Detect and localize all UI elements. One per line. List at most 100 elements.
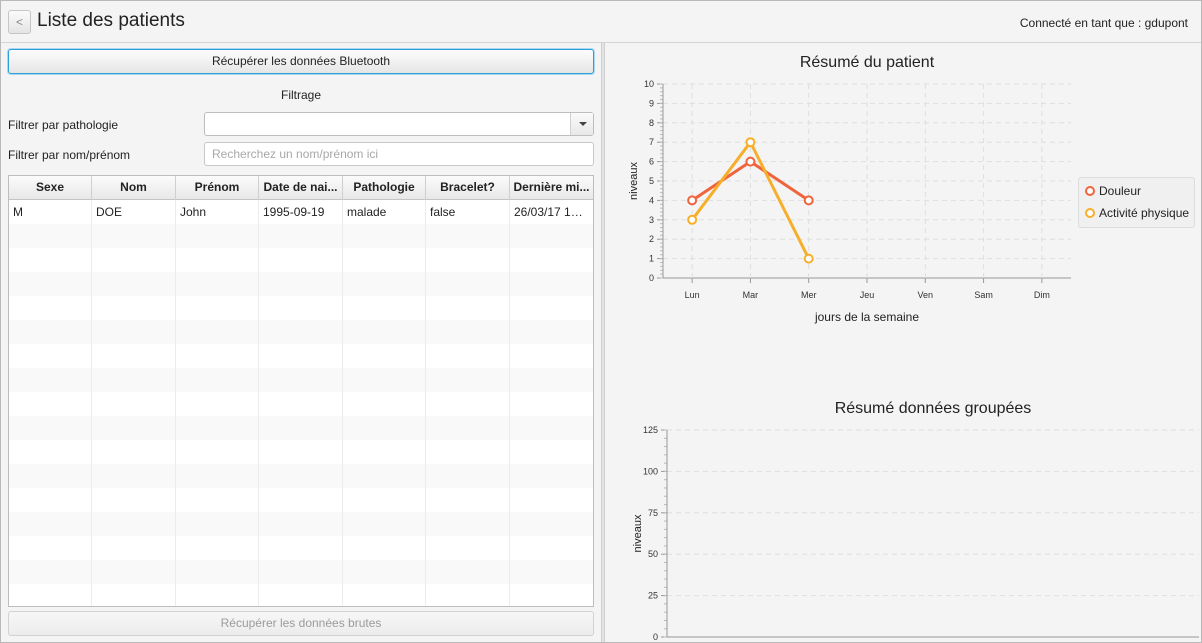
table-row-empty[interactable]: [9, 224, 593, 248]
table-cell-empty: [510, 440, 593, 464]
table-row-empty[interactable]: [9, 488, 593, 512]
cell-date-naissance: 1995-09-19: [259, 200, 343, 224]
name-search-input[interactable]: [204, 142, 594, 166]
pathology-combobox[interactable]: [204, 112, 594, 136]
table-row-empty[interactable]: [9, 296, 593, 320]
table-row-empty[interactable]: [9, 440, 593, 464]
table-cell-empty: [176, 368, 259, 392]
table-cell-empty: [9, 248, 92, 272]
table-cell-empty: [176, 320, 259, 344]
table-cell-empty: [426, 560, 510, 584]
table-cell-empty: [259, 416, 343, 440]
table-cell-empty: [176, 464, 259, 488]
table-cell-empty: [259, 248, 343, 272]
table-cell-empty: [510, 512, 593, 536]
table-cell-empty: [92, 416, 176, 440]
y-tick-label: 3: [649, 215, 654, 225]
x-tick-label: Ven: [918, 290, 934, 300]
table-cell-empty: [259, 296, 343, 320]
table-cell-empty: [9, 344, 92, 368]
table-row-empty[interactable]: [9, 416, 593, 440]
table-cell-empty: [259, 272, 343, 296]
table-cell-empty: [510, 584, 593, 606]
table-row-empty[interactable]: [9, 536, 593, 560]
table-cell-empty: [259, 392, 343, 416]
column-header-sexe[interactable]: Sexe: [9, 176, 92, 200]
data-point: [687, 195, 698, 206]
table-row-empty[interactable]: [9, 272, 593, 296]
table-cell-empty: [176, 512, 259, 536]
chart-title: Résumé données groupées: [835, 400, 1032, 417]
table-cell-empty: [343, 584, 426, 606]
table-cell-empty: [259, 320, 343, 344]
table-cell-empty: [510, 488, 593, 512]
table-cell-empty: [9, 488, 92, 512]
charts-panel: Résumé du patient 0 1 2 3 4 5 6 7 8 9 10 niveaux jour…: [605, 43, 1201, 642]
table-row-empty[interactable]: [9, 248, 593, 272]
table-cell-empty: [426, 488, 510, 512]
y-tick-label: 4: [649, 195, 654, 205]
table-cell-empty: [510, 416, 593, 440]
column-header-date-naissance[interactable]: Date de nai...: [259, 176, 343, 200]
column-header-prenom[interactable]: Prénom: [176, 176, 259, 200]
table-cell-empty: [343, 488, 426, 512]
table-cell-empty: [176, 584, 259, 606]
table-cell-empty: [176, 392, 259, 416]
fetch-bluetooth-button[interactable]: Récupérer les données Bluetooth: [8, 49, 594, 74]
table-cell-empty: [426, 296, 510, 320]
table-cell-empty: [9, 464, 92, 488]
table-cell-empty: [259, 344, 343, 368]
table-cell-empty: [426, 272, 510, 296]
table-cell-empty: [343, 392, 426, 416]
x-tick-label: Jeu: [860, 290, 875, 300]
legend-label: Douleur: [1099, 184, 1142, 198]
legend-item-douleur: Douleur: [1085, 184, 1141, 198]
table-cell-empty: [426, 512, 510, 536]
table-cell-empty: [92, 272, 176, 296]
table-cell-empty: [510, 464, 593, 488]
table-row-empty[interactable]: [9, 320, 593, 344]
table-cell-empty: [426, 584, 510, 606]
table-cell-empty: [9, 296, 92, 320]
chevron-down-icon[interactable]: [570, 113, 593, 135]
x-tick-label: Dim: [1034, 290, 1050, 300]
x-tick-label: Mar: [743, 290, 759, 300]
table-cell-empty: [92, 560, 176, 584]
table-cell-empty: [259, 512, 343, 536]
table-cell-empty: [92, 368, 176, 392]
table-cell-empty: [510, 392, 593, 416]
table-row-empty[interactable]: [9, 368, 593, 392]
grouped-summary-chart: Résumé données groupées 0 25 50 75 100 125 nive…: [632, 400, 1199, 642]
table-row-empty[interactable]: [9, 512, 593, 536]
table-row-empty[interactable]: [9, 584, 593, 606]
data-point: [687, 214, 698, 225]
y-tick-label: 5: [649, 176, 654, 186]
table-cell-empty: [259, 488, 343, 512]
table-cell-empty: [9, 368, 92, 392]
table-row-empty[interactable]: [9, 344, 593, 368]
fetch-raw-data-button[interactable]: Récupérer les données brutes: [8, 611, 594, 636]
table-cell-empty: [92, 344, 176, 368]
back-button[interactable]: <: [8, 10, 31, 34]
y-tick-label: 9: [649, 98, 654, 108]
column-header-pathologie[interactable]: Pathologie: [343, 176, 426, 200]
table-cell-empty: [426, 416, 510, 440]
column-header-bracelet[interactable]: Bracelet?: [426, 176, 510, 200]
logged-in-user-label: Connecté en tant que : gdupont: [1019, 16, 1188, 30]
table-cell-empty: [343, 512, 426, 536]
y-axis-label: niveaux: [628, 162, 640, 200]
table-cell-empty: [510, 248, 593, 272]
table-cell-empty: [426, 368, 510, 392]
x-axis-label: jours de la semaine: [814, 310, 919, 324]
header-bar: < Liste des patients Connecté en tant qu…: [1, 1, 1201, 43]
data-point: [803, 195, 814, 206]
table-row-empty[interactable]: [9, 464, 593, 488]
table-row-empty[interactable]: [9, 392, 593, 416]
table-row[interactable]: M DOE John 1995-09-19 malade false 26/03…: [9, 200, 593, 224]
x-tick-label: Lun: [685, 290, 700, 300]
table-row-empty[interactable]: [9, 560, 593, 584]
column-header-derniere-mise[interactable]: Dernière mi...: [510, 176, 593, 200]
table-cell-empty: [426, 320, 510, 344]
column-header-nom[interactable]: Nom: [92, 176, 176, 200]
table-cell-empty: [426, 392, 510, 416]
